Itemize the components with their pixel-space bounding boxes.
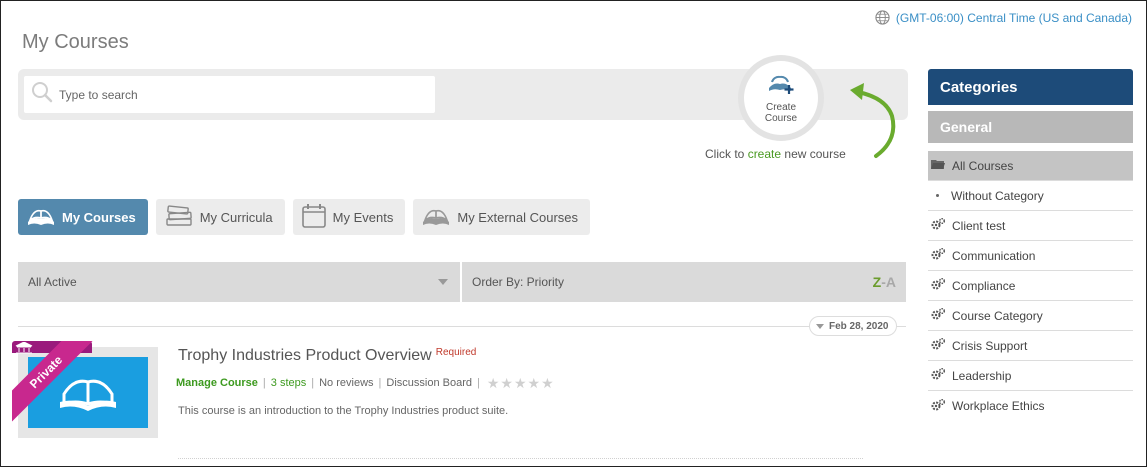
tab-my-external-courses[interactable]: My External Courses: [413, 199, 591, 235]
star-rating[interactable]: ★ ★ ★ ★ ★: [487, 376, 554, 390]
chevron-down-icon: [438, 279, 448, 285]
gears-icon: [930, 398, 946, 415]
course-title[interactable]: Trophy Industries Product Overview: [178, 347, 432, 365]
search-box: [24, 76, 435, 113]
category-client-test[interactable]: Client test: [928, 211, 1133, 241]
create-course-label: Create Course: [764, 102, 798, 124]
star-icon[interactable]: ★: [500, 376, 513, 390]
categories-header: Categories: [928, 69, 1133, 105]
course-title-row: Trophy Industries Product Overview Requi…: [178, 347, 476, 365]
gears-icon: [930, 217, 946, 234]
course-divider: [178, 458, 863, 459]
create-hint: Click to create new course: [705, 147, 846, 161]
book-stack-icon: [164, 204, 194, 230]
tab-my-courses-label: My Courses: [62, 209, 136, 225]
category-leadership[interactable]: Leadership: [928, 361, 1133, 391]
category-all-courses[interactable]: All Courses: [928, 151, 1133, 181]
status-select[interactable]: All Active: [18, 262, 460, 302]
create-hint-prefix: Click to: [705, 147, 745, 161]
category-crisis-support[interactable]: Crisis Support: [928, 331, 1133, 361]
gears-icon: [930, 247, 946, 264]
calendar-icon: [301, 203, 327, 232]
create-course-button[interactable]: Create Course: [738, 55, 824, 141]
star-icon[interactable]: ★: [528, 376, 541, 390]
tab-my-events-label: My Events: [332, 209, 394, 225]
course-description: This course is an introduction to the Tr…: [178, 405, 509, 417]
private-ribbon: Private: [12, 341, 94, 423]
date-tag[interactable]: Feb 28, 2020: [809, 316, 898, 336]
private-ribbon-label: Private: [12, 341, 94, 423]
search-input[interactable]: [59, 87, 419, 102]
create-hint-link[interactable]: create: [748, 147, 781, 161]
tab-my-courses[interactable]: My Courses: [18, 199, 148, 235]
order-select[interactable]: Order By: Priority Z-A: [462, 262, 906, 302]
meta-separator: |: [311, 377, 315, 389]
open-book-icon: [26, 206, 56, 229]
status-select-value: All Active: [28, 275, 77, 289]
timezone-link[interactable]: (GMT-06:00) Central Time (US and Canada): [875, 10, 1132, 25]
date-divider: [18, 326, 906, 327]
order-select-value: Order By: Priority: [472, 275, 565, 289]
star-icon[interactable]: ★: [514, 376, 527, 390]
add-course-icon: [766, 72, 796, 99]
category-label: Client test: [952, 218, 1006, 233]
gears-icon: [930, 367, 946, 384]
category-communication[interactable]: Communication: [928, 241, 1133, 271]
category-label: Course Category: [952, 308, 1043, 323]
category-label: Without Category: [951, 188, 1044, 203]
sort-z: Z: [872, 274, 882, 290]
globe-icon: [875, 10, 890, 25]
filter-bar: All Active Order By: Priority Z-A: [18, 262, 906, 302]
category-label: All Courses: [952, 158, 1014, 173]
create-hint-suffix: new course: [784, 147, 846, 161]
bullet-icon: [936, 194, 939, 197]
category-compliance[interactable]: Compliance: [928, 271, 1133, 301]
category-label: Crisis Support: [952, 338, 1028, 353]
category-label: Leadership: [952, 368, 1012, 383]
create-course-inner: Create Course: [744, 61, 818, 135]
categories-list: All Courses Without Category Client test…: [928, 151, 1133, 421]
folder-icon: [930, 158, 946, 173]
date-tag-label: Feb 28, 2020: [829, 320, 889, 332]
manage-course-link[interactable]: Manage Course: [176, 377, 258, 389]
sort-a: A: [885, 274, 896, 290]
sort-direction-toggle[interactable]: Z-A: [873, 274, 896, 290]
category-label: Workplace Ethics: [952, 399, 1045, 413]
required-badge: Required: [435, 347, 477, 358]
categories-group-general[interactable]: General: [928, 111, 1133, 143]
gears-icon: [930, 337, 946, 354]
curved-arrow-icon: [846, 80, 906, 165]
tab-my-curricula-label: My Curricula: [199, 209, 273, 225]
steps-link[interactable]: 3 steps: [271, 377, 306, 389]
meta-separator: |: [378, 377, 382, 389]
open-book-icon: [421, 206, 451, 229]
star-icon[interactable]: ★: [541, 376, 554, 390]
page-title: My Courses: [22, 31, 129, 53]
course-meta: Manage Course | 3 steps | No reviews | D…: [176, 376, 554, 390]
course-tabs: My Courses My Curricula My Events My Ext…: [18, 199, 591, 235]
category-label: Compliance: [952, 278, 1016, 293]
meta-separator: |: [262, 377, 266, 389]
category-workplace-ethics[interactable]: Workplace Ethics: [928, 391, 1133, 421]
meta-separator: |: [476, 377, 480, 389]
category-label: Communication: [952, 248, 1036, 263]
category-course-category[interactable]: Course Category: [928, 301, 1133, 331]
tab-my-curricula[interactable]: My Curricula: [155, 199, 285, 235]
star-icon[interactable]: ★: [487, 376, 500, 390]
gears-icon: [930, 307, 946, 324]
reviews-text: No reviews: [319, 377, 374, 389]
timezone-label[interactable]: (GMT-06:00) Central Time (US and Canada): [896, 11, 1132, 25]
gears-icon: [930, 277, 946, 294]
tab-my-external-courses-label: My External Courses: [457, 209, 579, 225]
category-without-category[interactable]: Without Category: [928, 181, 1133, 211]
discussion-board-link[interactable]: Discussion Board: [386, 377, 472, 389]
tab-my-events[interactable]: My Events: [292, 199, 406, 235]
chevron-down-icon: [816, 323, 824, 329]
search-icon: [24, 81, 53, 108]
